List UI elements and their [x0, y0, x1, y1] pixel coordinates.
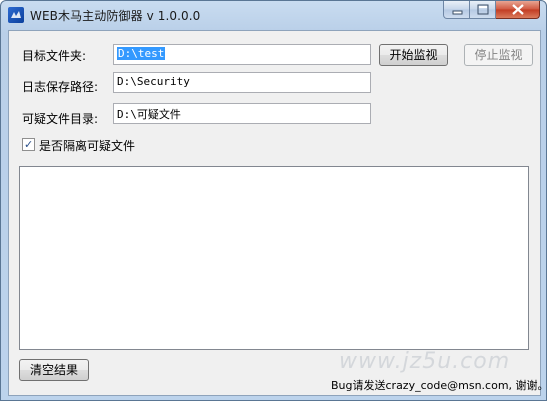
- maximize-button[interactable]: [470, 1, 496, 19]
- title-bar[interactable]: WEB木马主动防御器 v 1.0.0.0: [1, 1, 546, 29]
- stop-monitor-button[interactable]: 停止监视: [464, 44, 533, 66]
- minimize-icon: [452, 10, 463, 15]
- suspicious-dir-label: 可疑文件目录:: [22, 112, 99, 126]
- window-title: WEB木马主动防御器 v 1.0.0.0: [30, 9, 201, 23]
- app-icon: [8, 7, 24, 23]
- target-folder-field[interactable]: D:\test: [113, 44, 371, 65]
- close-icon: [512, 4, 524, 15]
- footer-contact-text: Bug请发送crazy_code@msn.com, 谢谢。: [331, 379, 547, 392]
- isolate-checkbox[interactable]: ✓: [22, 138, 35, 151]
- target-folder-label: 目标文件夹:: [22, 49, 87, 63]
- close-button[interactable]: [496, 1, 540, 19]
- main-window: WEB木马主动防御器 v 1.0.0.0 目标文件夹: D:\test 开始监视…: [0, 0, 547, 401]
- log-path-field[interactable]: D:\Security: [113, 72, 371, 93]
- log-path-label: 日志保存路径:: [22, 80, 99, 94]
- checkmark-icon: ✓: [24, 138, 34, 151]
- start-monitor-button[interactable]: 开始监视: [379, 44, 448, 66]
- minimize-button[interactable]: [443, 1, 470, 19]
- dialog-client-area: 目标文件夹: D:\test 开始监视 停止监视 日志保存路径: D:\Secu…: [8, 30, 547, 396]
- maximize-icon: [477, 4, 489, 15]
- isolate-checkbox-label[interactable]: 是否隔离可疑文件: [39, 137, 135, 154]
- caption-buttons: [443, 1, 540, 20]
- clear-results-button[interactable]: 清空结果: [19, 359, 89, 381]
- result-log-area[interactable]: [19, 166, 529, 350]
- target-folder-value: D:\test: [117, 47, 166, 60]
- watermark-text: www.jz5u.com: [339, 349, 511, 374]
- suspicious-dir-field[interactable]: D:\可疑文件: [113, 103, 371, 124]
